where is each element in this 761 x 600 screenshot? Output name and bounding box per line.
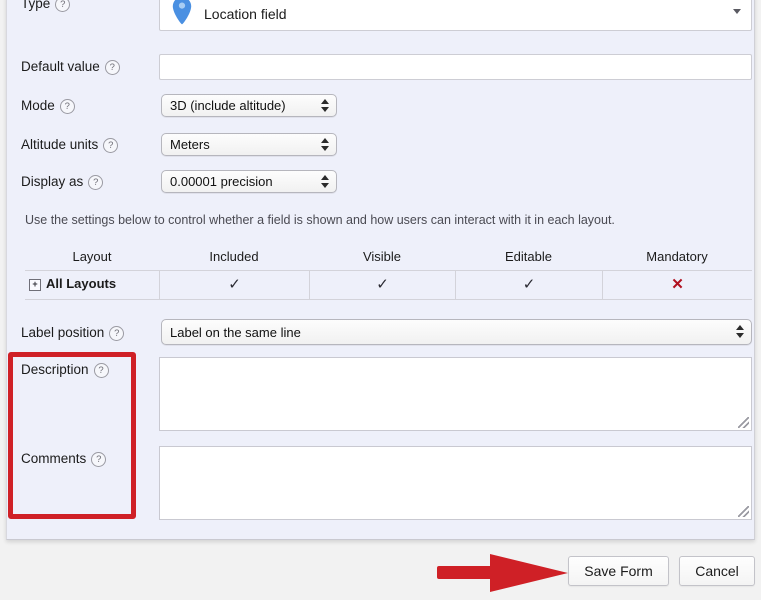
arrow-annotation-head xyxy=(490,554,568,592)
display-as-label-text: Display as xyxy=(21,174,83,189)
display-as-label: Display as? xyxy=(21,174,103,190)
default-value-label-text: Default value xyxy=(21,59,100,74)
save-form-button[interactable]: Save Form xyxy=(568,556,669,586)
cell-editable[interactable]: ✓ xyxy=(455,271,602,299)
type-value: Location field xyxy=(204,6,287,22)
cell-mandatory[interactable]: ✕ xyxy=(602,271,752,299)
help-icon[interactable]: ? xyxy=(109,326,124,341)
default-value-input[interactable] xyxy=(159,54,752,80)
display-as-value: 0.00001 precision xyxy=(170,174,273,189)
altitude-units-select[interactable]: Meters xyxy=(161,133,337,156)
type-label: Type? xyxy=(21,0,70,12)
stepper-arrows-icon xyxy=(321,175,329,190)
column-header-included: Included xyxy=(159,249,309,264)
resize-grip-icon[interactable] xyxy=(738,417,749,428)
layout-row-name[interactable]: + All Layouts xyxy=(29,276,116,291)
column-header-mandatory: Mandatory xyxy=(602,249,752,264)
description-label-text: Description xyxy=(21,362,89,377)
column-header-editable: Editable xyxy=(455,249,602,264)
check-icon: ✓ xyxy=(310,275,455,293)
cell-visible[interactable]: ✓ xyxy=(309,271,455,299)
type-label-text: Type xyxy=(21,0,50,11)
altitude-units-label-text: Altitude units xyxy=(21,137,98,152)
type-select[interactable]: Location field xyxy=(159,0,752,31)
column-header-visible: Visible xyxy=(309,249,455,264)
chevron-down-icon[interactable] xyxy=(733,9,741,14)
check-icon: ✓ xyxy=(456,275,602,293)
help-icon[interactable]: ? xyxy=(94,363,109,378)
cross-icon: ✕ xyxy=(603,275,752,293)
mode-label: Mode? xyxy=(21,98,75,114)
layout-row-label: All Layouts xyxy=(46,276,116,291)
layout-helper-text: Use the settings below to control whethe… xyxy=(25,213,615,227)
mode-value: 3D (include altitude) xyxy=(170,98,286,113)
description-label: Description? xyxy=(21,362,109,378)
stepper-arrows-icon xyxy=(736,325,744,340)
stepper-arrows-icon xyxy=(321,99,329,114)
layout-table-header: Layout Included Visible Editable Mandato… xyxy=(25,246,752,270)
label-position-select[interactable]: Label on the same line xyxy=(161,319,752,345)
field-settings-panel: Type? Location field Default value? Mode… xyxy=(6,0,755,540)
mode-select[interactable]: 3D (include altitude) xyxy=(161,94,337,117)
mode-label-text: Mode xyxy=(21,98,55,113)
expand-icon[interactable]: + xyxy=(29,279,41,291)
description-textarea[interactable] xyxy=(159,357,752,431)
map-pin-icon xyxy=(170,0,194,26)
comments-textarea[interactable] xyxy=(159,446,752,520)
comments-label: Comments? xyxy=(21,451,106,467)
help-icon[interactable]: ? xyxy=(103,138,118,153)
help-icon[interactable]: ? xyxy=(55,0,70,12)
cell-included[interactable]: ✓ xyxy=(159,271,309,299)
label-position-label: Label position? xyxy=(21,325,124,341)
check-icon: ✓ xyxy=(160,275,309,293)
comments-label-text: Comments xyxy=(21,451,86,466)
display-as-select[interactable]: 0.00001 precision xyxy=(161,170,337,193)
cancel-button[interactable]: Cancel xyxy=(679,556,755,586)
help-icon[interactable]: ? xyxy=(88,175,103,190)
table-row[interactable]: + All Layouts ✓ ✓ ✓ ✕ xyxy=(25,270,752,300)
default-value-label: Default value? xyxy=(21,59,120,75)
stepper-arrows-icon xyxy=(321,138,329,153)
label-position-value: Label on the same line xyxy=(170,325,301,340)
layout-table: Layout Included Visible Editable Mandato… xyxy=(25,246,752,300)
resize-grip-icon[interactable] xyxy=(738,506,749,517)
column-header-layout: Layout xyxy=(25,249,159,264)
help-icon[interactable]: ? xyxy=(91,452,106,467)
altitude-units-label: Altitude units? xyxy=(21,137,118,153)
label-position-label-text: Label position xyxy=(21,325,104,340)
altitude-units-value: Meters xyxy=(170,137,210,152)
help-icon[interactable]: ? xyxy=(60,99,75,114)
arrow-annotation-shaft xyxy=(437,566,495,579)
help-icon[interactable]: ? xyxy=(105,60,120,75)
screenshot-root: Type? Location field Default value? Mode… xyxy=(0,0,761,600)
